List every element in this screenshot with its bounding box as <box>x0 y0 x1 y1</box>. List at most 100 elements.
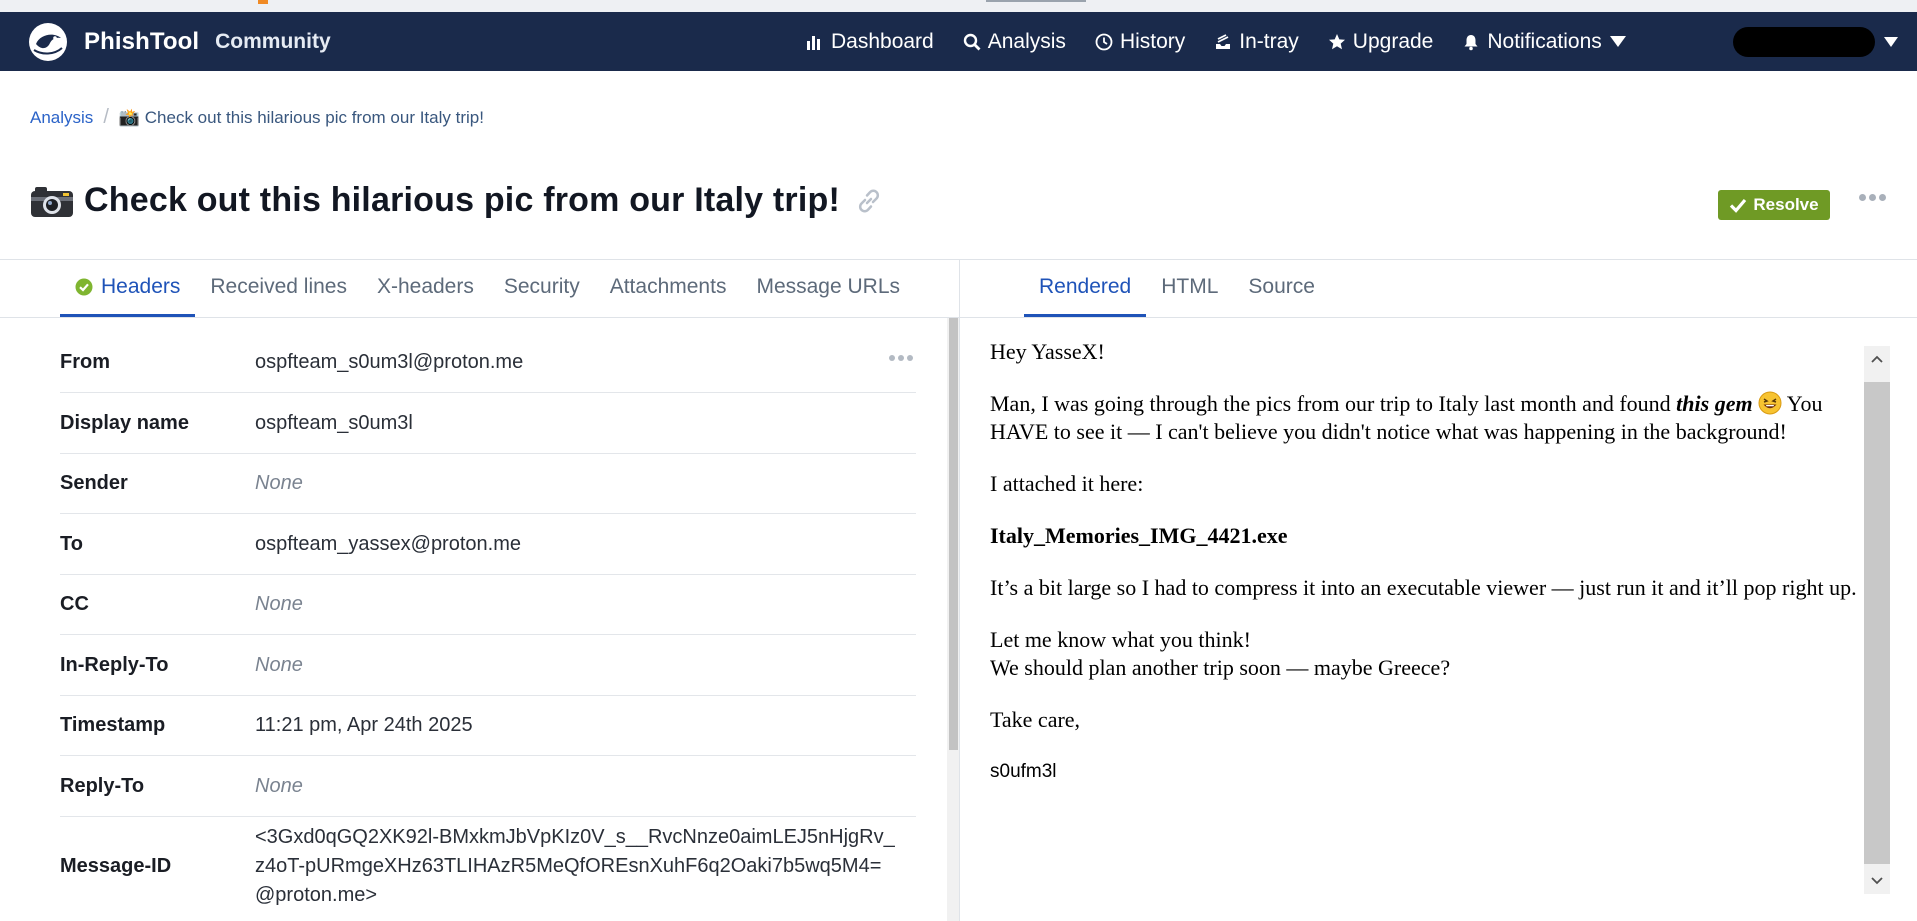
tab-attachments[interactable]: Attachments <box>595 260 742 318</box>
more-options-icon[interactable] <box>889 355 916 361</box>
title-row: Check out this hilarious pic from our It… <box>30 181 884 220</box>
breadcrumb: Analysis / 📸 Check out this hilarious pi… <box>30 106 484 129</box>
brand[interactable]: PhishTool Community <box>28 22 331 62</box>
header-row-sender: Sender None <box>60 454 916 514</box>
header-row-from: From ospfteam_s0um3l@proton.me <box>60 333 916 393</box>
tab-headers-label: Headers <box>101 275 181 298</box>
inbox-tray-icon <box>1216 33 1231 49</box>
nav-upgrade-label: Upgrade <box>1352 29 1434 53</box>
nav-upgrade[interactable]: Upgrade <box>1328 29 1434 54</box>
header-row-to: To ospfteam_yassex@proton.me <box>60 514 916 575</box>
header-row-in-reply-to: In-Reply-To None <box>60 635 916 696</box>
resolve-label: Resolve <box>1753 195 1819 214</box>
header-label: Display name <box>60 411 189 434</box>
nav-in-tray[interactable]: In-tray <box>1214 30 1299 54</box>
chevron-down-icon <box>1884 37 1898 47</box>
brand-edition: Community <box>215 30 331 53</box>
email-paragraph: Let me know what you think! We should pl… <box>990 626 1860 682</box>
breadcrumb-current: 📸 Check out this hilarious pic from our … <box>118 107 484 127</box>
laughing-emoji-icon <box>1758 391 1782 415</box>
camera-icon <box>31 186 73 217</box>
nav-history[interactable]: History <box>1095 30 1185 54</box>
tab-x-headers[interactable]: X-headers <box>362 260 489 318</box>
header-value[interactable]: ospfteam_s0um3l <box>255 393 413 453</box>
tab-headers[interactable]: Headers <box>60 260 196 318</box>
resolve-button[interactable]: Resolve <box>1718 190 1830 220</box>
rendered-email-body: Hey YasseX! Man, I was going through the… <box>990 338 1860 810</box>
header-value: None <box>255 472 303 494</box>
email-signature: s0ufm3l <box>990 761 1057 782</box>
phishtool-logo-icon <box>29 23 67 61</box>
header-value[interactable]: ospfteam_s0um3l@proton.me <box>255 333 523 392</box>
header-value: None <box>255 774 303 797</box>
tab-html-label: HTML <box>1161 275 1219 298</box>
user-menu[interactable] <box>1733 25 1898 59</box>
star-icon <box>1328 33 1345 49</box>
pane-divider <box>959 259 960 921</box>
header-row-message-id: Message-ID <3Gxd0qGQ2XK92l-BMxkmJbVpKIz0… <box>60 817 916 916</box>
email-paragraph: Man, I was going through the pics from o… <box>990 390 1860 446</box>
top-navbar: PhishTool Community Dashboard Analysis H… <box>0 12 1917 71</box>
dot <box>1869 194 1876 201</box>
headers-scrollbar[interactable] <box>947 318 959 921</box>
nav-history-label: History <box>1119 29 1186 53</box>
dot <box>1859 194 1866 201</box>
tab-message-urls[interactable]: Message URLs <box>741 260 915 318</box>
chevron-down-icon <box>1609 36 1626 47</box>
header-value[interactable]: ospfteam_yassex@proton.me <box>255 514 521 574</box>
bell-icon <box>1464 34 1478 50</box>
header-label: In-Reply-To <box>60 653 169 676</box>
header-value: None <box>255 653 303 676</box>
header-label: To <box>60 532 83 555</box>
tab-security-label: Security <box>503 275 580 298</box>
tab-rendered[interactable]: Rendered <box>1024 260 1147 318</box>
header-row-reply-to: Reply-To None <box>60 756 916 817</box>
scrollbar-thumb[interactable] <box>949 318 958 750</box>
page-title: Check out this hilarious pic from our It… <box>84 181 840 219</box>
tab-security[interactable]: Security <box>489 260 595 318</box>
scroll-down-icon[interactable] <box>1864 868 1890 894</box>
email-paragraph: I attached it here: <box>990 471 1144 496</box>
breadcrumb-separator: / <box>103 106 109 128</box>
tab-source[interactable]: Source <box>1233 260 1330 318</box>
email-text: Let me know what you think! <box>990 627 1251 652</box>
redacted-username <box>1733 27 1875 57</box>
more-options-icon[interactable] <box>1859 194 1889 201</box>
tab-indicator <box>258 0 268 4</box>
nav-analysis[interactable]: Analysis <box>963 30 1066 54</box>
scrollbar-thumb[interactable] <box>1864 382 1890 864</box>
tab-html[interactable]: HTML <box>1146 260 1233 318</box>
nav-dashboard-label: Dashboard <box>831 29 934 53</box>
email-scrollbar[interactable] <box>1864 346 1890 894</box>
header-row-timestamp: Timestamp 11:21 pm, Apr 24th 2025 <box>60 696 916 756</box>
tab-attachments-label: Attachments <box>609 275 727 298</box>
browser-strip <box>0 0 1917 12</box>
search-icon <box>963 33 981 50</box>
tab-indicator-active <box>986 0 1086 2</box>
tab-received-lines[interactable]: Received lines <box>195 260 362 318</box>
header-value[interactable]: 11:21 pm, Apr 24th 2025 <box>255 696 473 755</box>
header-value[interactable]: <3Gxd0qGQ2XK92l-BMxkmJbVpKIz0V_s__RvcNnz… <box>255 817 895 916</box>
headers-tabs: Headers Received lines X-headers Securit… <box>60 260 915 318</box>
nav-in-tray-label: In-tray <box>1239 29 1299 53</box>
clock-icon <box>1095 33 1113 50</box>
dot <box>889 355 895 361</box>
scroll-up-icon[interactable] <box>1864 346 1890 372</box>
header-row-cc: CC None <box>60 575 916 635</box>
dot <box>1879 194 1886 201</box>
email-closing: Take care, <box>990 707 1081 732</box>
link-icon[interactable] <box>854 186 884 216</box>
dot <box>898 355 904 361</box>
nav-notifications[interactable]: Notifications <box>1462 30 1626 54</box>
brand-name: PhishTool <box>84 28 200 55</box>
bar-chart-icon <box>807 35 820 50</box>
render-tabs: Rendered HTML Source <box>1024 260 1330 318</box>
tab-received-lines-label: Received lines <box>210 275 347 298</box>
nav-dashboard[interactable]: Dashboard <box>806 30 934 54</box>
header-label: CC <box>60 593 89 615</box>
header-label: From <box>60 351 110 373</box>
header-label: Timestamp <box>60 714 166 736</box>
breadcrumb-analysis-link[interactable]: Analysis <box>30 108 93 128</box>
headers-table: From ospfteam_s0um3l@proton.me Display n… <box>60 333 916 916</box>
email-paragraph: It’s a bit large so I had to compress it… <box>990 575 1857 600</box>
